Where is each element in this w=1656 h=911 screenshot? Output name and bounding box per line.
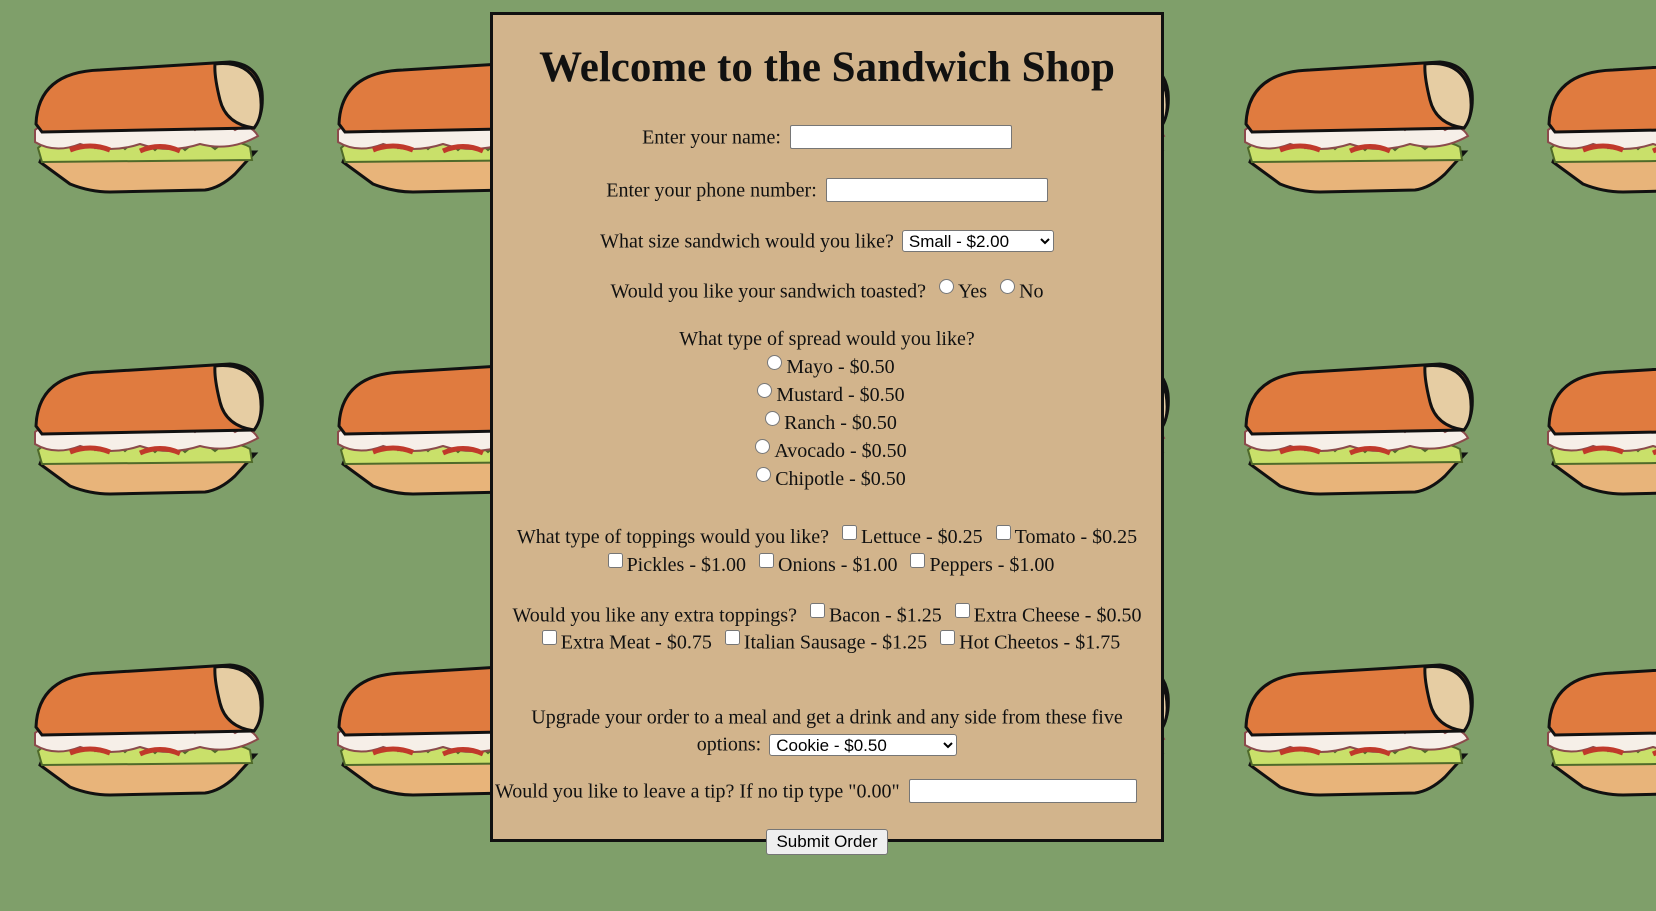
toast-yes-radio[interactable] [938,279,954,294]
topping-label: Onions - $1.00 [778,553,898,576]
extra-checkbox-bacon[interactable] [809,603,825,618]
phone-row: Enter your phone number: [493,176,1161,203]
toppings-section: What type of toppings would you like? Le… [493,523,1161,579]
meal-select[interactable]: Cookie - $0.50 [769,733,958,756]
topping-label: Pickles - $1.00 [626,553,746,576]
extra-label: Extra Cheese - $0.50 [973,604,1142,627]
topping-label: Lettuce - $0.25 [861,525,983,548]
order-form-panel: Welcome to the Sandwich Shop Enter your … [490,12,1164,855]
spread-option-mustard[interactable]: Mustard - $0.50 [493,381,1161,409]
extras-label: Would you like any extra toppings? [512,604,797,627]
meal-section: Upgrade your order to a meal and get a d… [493,703,1161,758]
phone-label: Enter your phone number: [606,179,817,202]
toast-no-label: No [1019,280,1044,303]
phone-input[interactable] [825,178,1048,203]
extras-section: Would you like any extra toppings? Bacon… [493,601,1161,656]
tip-row: Would you like to leave a tip? If no tip… [493,777,1161,804]
submit-row: Submit Order [493,828,1161,855]
spread-radio-avocado[interactable] [755,438,771,454]
topping-checkbox-pickles[interactable] [607,552,623,568]
size-label: What size sandwich would you like? [600,230,894,253]
topping-checkbox-peppers[interactable] [910,552,926,568]
toppings-label: What type of toppings would you like? [516,525,830,548]
extra-checkbox-hot-cheetos[interactable] [940,630,956,646]
spread-option-label: Chipotle - $0.50 [775,467,906,490]
toast-row: Would you like your sandwich toasted? Ye… [493,277,1161,304]
spread-radio-chipotle[interactable] [756,466,772,482]
size-select[interactable]: Small - $2.00 [901,230,1054,253]
spread-label: What type of spread would you like? [679,328,975,350]
spread-option-label: Mustard - $0.50 [776,383,905,406]
topping-checkbox-tomato[interactable] [995,525,1011,540]
extra-checkbox-italian-sausage[interactable] [724,630,740,646]
name-row: Enter your name: [493,123,1161,150]
name-label: Enter your name: [642,126,781,149]
spread-radio-mayo[interactable] [767,355,783,370]
spread-option-label: Mayo - $0.50 [786,355,895,378]
spread-option-ranch[interactable]: Ranch - $0.50 [493,409,1161,437]
submit-order-button[interactable]: Submit Order [766,829,888,855]
size-row: What size sandwich would you like? Small… [493,227,1161,254]
spread-option-label: Avocado - $0.50 [774,439,907,462]
toast-label: Would you like your sandwich toasted? [610,280,926,303]
toast-yes-label: Yes [957,280,988,303]
name-input[interactable] [789,125,1012,150]
extra-label: Italian Sausage - $1.25 [743,631,928,654]
toast-no-radio[interactable] [1000,279,1016,294]
extra-checkbox-extra-cheese[interactable] [954,603,970,618]
spread-option-avocado[interactable]: Avocado - $0.50 [493,437,1161,465]
topping-checkbox-lettuce[interactable] [842,525,858,540]
tip-input[interactable] [908,779,1137,804]
tip-label: Would you like to leave a tip? If no tip… [495,780,900,803]
extra-checkbox-extra-meat[interactable] [541,630,557,646]
page-title: Welcome to the Sandwich Shop [539,44,1115,91]
extra-label: Bacon - $1.25 [828,604,942,627]
spread-radio-mustard[interactable] [757,382,773,398]
spread-section: What type of spread would you like? Mayo… [493,326,1161,493]
topping-label: Peppers - $1.00 [929,553,1055,576]
topping-label: Tomato - $0.25 [1014,525,1138,548]
spread-option-label: Ranch - $0.50 [784,411,897,434]
extra-label: Hot Cheetos - $1.75 [959,631,1121,654]
topping-checkbox-onions[interactable] [759,552,774,568]
extra-label: Extra Meat - $0.75 [560,631,712,654]
spread-option-chipotle[interactable]: Chipotle - $0.50 [493,465,1161,493]
spread-radio-ranch[interactable] [765,410,781,426]
spread-option-mayo[interactable]: Mayo - $0.50 [493,353,1161,381]
